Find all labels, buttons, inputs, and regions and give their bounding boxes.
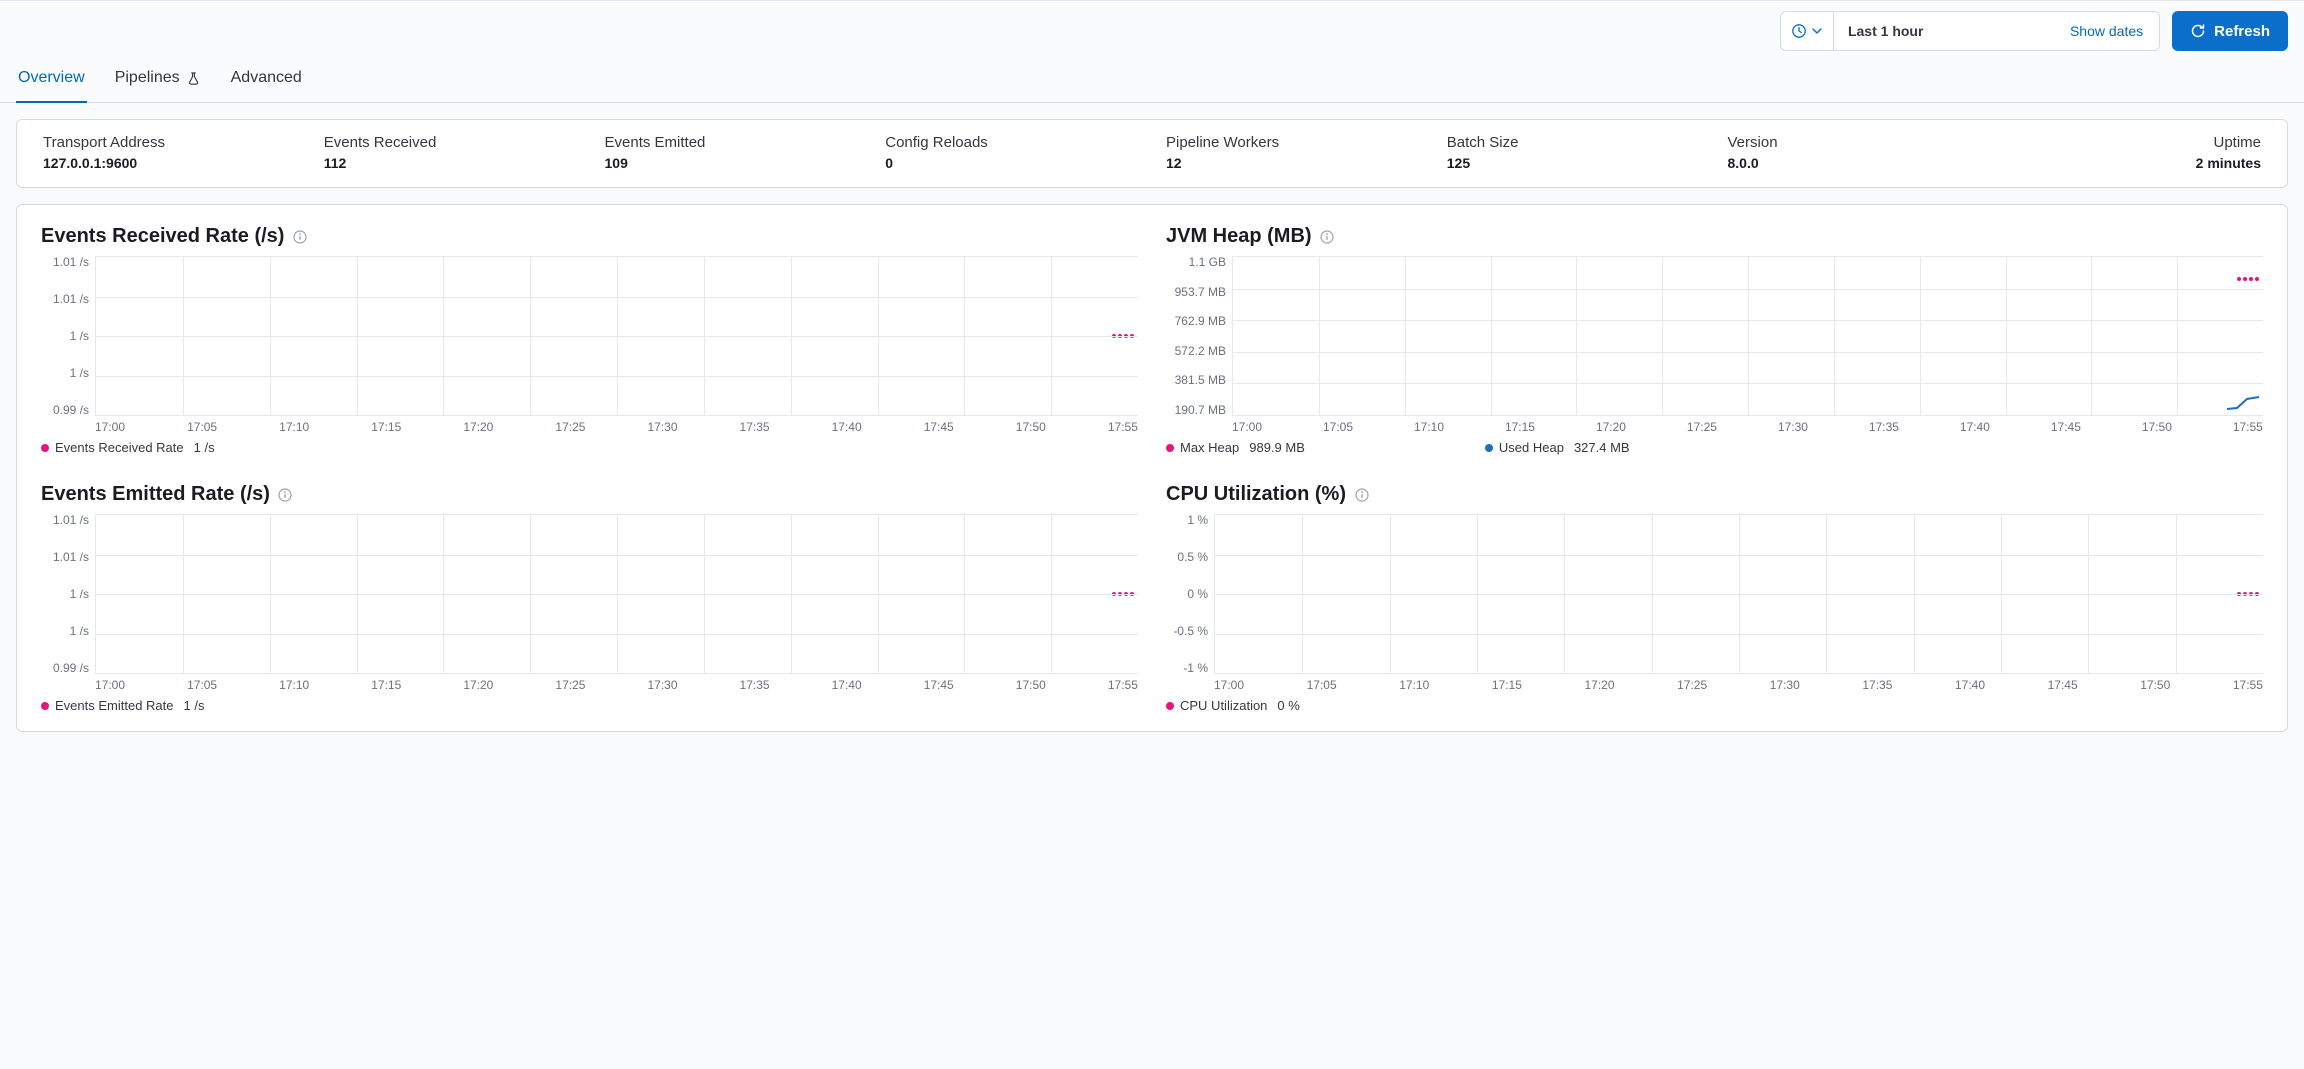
beaker-icon <box>186 71 201 86</box>
legend-item: Events Emitted Rate 1 /s <box>41 698 204 713</box>
legend-value: 327.4 MB <box>1574 440 1630 455</box>
x-axis: 17:0017:0517:1017:1517:2017:2517:3017:35… <box>1232 420 2263 434</box>
legend-value: 0 % <box>1277 698 1299 713</box>
info-icon[interactable] <box>278 487 293 502</box>
legend-item-used-heap: Used Heap 327.4 MB <box>1485 440 1630 455</box>
date-range-picker: Last 1 hour Show dates <box>1780 11 2160 51</box>
stat-value: 12 <box>1166 155 1419 171</box>
stat-label: Uptime <box>2008 134 2261 151</box>
tab-pipelines[interactable]: Pipelines <box>113 57 203 103</box>
stat-events-emitted: Events Emitted 109 <box>591 134 872 171</box>
chart-title: Events Emitted Rate (/s) <box>41 483 270 506</box>
date-range-quick-button[interactable] <box>1781 12 1834 50</box>
legend-name: Events Emitted Rate <box>55 698 174 713</box>
y-axis: 1.01 /s1.01 /s1 /s1 /s0.99 /s <box>41 256 95 416</box>
chart-events-emitted-rate: Events Emitted Rate (/s) 1.01 /s1.01 /s1… <box>41 483 1138 713</box>
legend-value: 1 /s <box>184 698 205 713</box>
legend-value: 989.9 MB <box>1249 440 1305 455</box>
chevron-down-icon <box>1811 25 1823 37</box>
tab-overview[interactable]: Overview <box>16 57 87 103</box>
tab-advanced[interactable]: Advanced <box>229 57 304 103</box>
stat-uptime: Uptime 2 minutes <box>1994 134 2275 171</box>
legend-name: CPU Utilization <box>1180 698 1267 713</box>
chart-events-received-rate: Events Received Rate (/s) 1.01 /s1.01 /s… <box>41 225 1138 455</box>
stat-value: 125 <box>1447 155 1700 171</box>
refresh-icon <box>2190 23 2206 39</box>
toolbar: Last 1 hour Show dates Refresh <box>0 0 2304 57</box>
clock-icon <box>1791 23 1807 39</box>
plot-area <box>1214 514 2263 674</box>
x-axis: 17:0017:0517:1017:1517:2017:2517:3017:35… <box>95 420 1138 434</box>
chart-title: CPU Utilization (%) <box>1166 483 1346 506</box>
info-icon[interactable] <box>1354 487 1369 502</box>
legend-dot-icon <box>41 702 49 710</box>
stat-label: Version <box>1728 134 1981 151</box>
summary-panel: Transport Address 127.0.0.1:9600 Events … <box>16 119 2288 188</box>
stat-pipeline-workers: Pipeline Workers 12 <box>1152 134 1433 171</box>
refresh-button[interactable]: Refresh <box>2172 11 2288 51</box>
refresh-button-label: Refresh <box>2214 23 2270 40</box>
legend-item: Events Received Rate 1 /s <box>41 440 215 455</box>
legend-dot-icon <box>1166 444 1174 452</box>
stat-batch-size: Batch Size 125 <box>1433 134 1714 171</box>
stat-config-reloads: Config Reloads 0 <box>871 134 1152 171</box>
legend-dot-icon <box>1485 444 1493 452</box>
stat-label: Config Reloads <box>885 134 1138 151</box>
plot-area <box>95 514 1138 674</box>
stat-value: 2 minutes <box>2008 155 2261 171</box>
tabs: Overview Pipelines Advanced <box>0 57 2304 103</box>
legend-name: Max Heap <box>1180 440 1239 455</box>
series-max-heap <box>2237 277 2259 281</box>
plot-area <box>1232 256 2263 416</box>
summary-stats: Transport Address 127.0.0.1:9600 Events … <box>17 120 2287 187</box>
stat-value: 127.0.0.1:9600 <box>43 155 296 171</box>
x-axis: 17:0017:0517:1017:1517:2017:2517:3017:35… <box>95 678 1138 692</box>
legend-dot-icon <box>1166 702 1174 710</box>
legend-name: Used Heap <box>1499 440 1564 455</box>
legend-dot-icon <box>41 444 49 452</box>
stat-label: Batch Size <box>1447 134 1700 151</box>
tab-pipelines-label: Pipelines <box>115 69 180 87</box>
stat-label: Events Emitted <box>605 134 858 151</box>
plot-area <box>95 256 1138 416</box>
chart-cpu-utilization: CPU Utilization (%) 1 %0.5 %0 %-0.5 %-1 … <box>1166 483 2263 713</box>
legend-value: 1 /s <box>194 440 215 455</box>
stat-version: Version 8.0.0 <box>1714 134 1995 171</box>
stat-label: Pipeline Workers <box>1166 134 1419 151</box>
legend-item: CPU Utilization 0 % <box>1166 698 1300 713</box>
info-icon[interactable] <box>1320 229 1335 244</box>
y-axis: 1.01 /s1.01 /s1 /s1 /s0.99 /s <box>41 514 95 674</box>
series-used-heap <box>2227 375 2261 415</box>
y-axis: 1.1 GB953.7 MB762.9 MB572.2 MB381.5 MB19… <box>1166 256 1232 416</box>
chart-jvm-heap: JVM Heap (MB) 1.1 GB953.7 MB762.9 MB572.… <box>1166 225 2263 455</box>
date-range-label[interactable]: Last 1 hour <box>1834 12 2054 50</box>
stat-label: Transport Address <box>43 134 296 151</box>
show-dates-button[interactable]: Show dates <box>2054 12 2159 50</box>
stat-transport-address: Transport Address 127.0.0.1:9600 <box>29 134 310 171</box>
chart-title: JVM Heap (MB) <box>1166 225 1312 248</box>
info-icon[interactable] <box>292 229 307 244</box>
stat-value: 112 <box>324 155 577 171</box>
stat-value: 8.0.0 <box>1728 155 1981 171</box>
legend-item-max-heap: Max Heap 989.9 MB <box>1166 440 1305 455</box>
charts-panel: Events Received Rate (/s) 1.01 /s1.01 /s… <box>16 204 2288 732</box>
y-axis: 1 %0.5 %0 %-0.5 %-1 % <box>1166 514 1214 674</box>
x-axis: 17:0017:0517:1017:1517:2017:2517:3017:35… <box>1214 678 2263 692</box>
legend-name: Events Received Rate <box>55 440 184 455</box>
chart-title: Events Received Rate (/s) <box>41 225 284 248</box>
stat-value: 0 <box>885 155 1138 171</box>
stat-label: Events Received <box>324 134 577 151</box>
stat-value: 109 <box>605 155 858 171</box>
stat-events-received: Events Received 112 <box>310 134 591 171</box>
